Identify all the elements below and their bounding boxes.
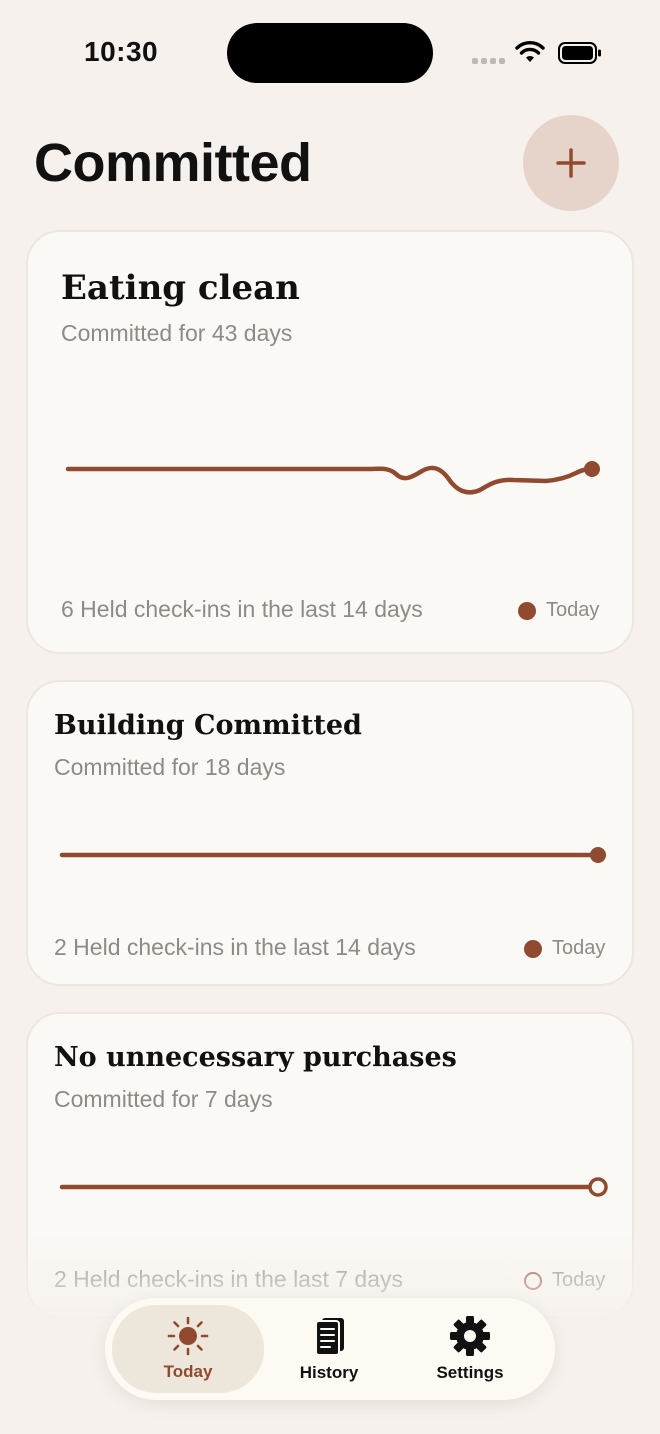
checkin-summary: 2 Held check-ins in the last 14 days [54, 934, 416, 960]
sun-icon [167, 1316, 209, 1356]
status-time: 10:30 [84, 36, 159, 67]
today-pending-dot [524, 1271, 542, 1290]
commitment-title: No unnecessary purchases [54, 1042, 457, 1073]
tab-today[interactable]: Today [112, 1305, 264, 1393]
commitment-trend-chart [59, 847, 606, 863]
battery-icon [558, 42, 601, 64]
today-legend-label: Today [552, 937, 606, 959]
commitment-card[interactable]: Building Committed Committed for 18 days… [26, 680, 634, 986]
tab-history[interactable]: History [253, 1305, 405, 1393]
page-title: Committed [34, 133, 312, 193]
add-commitment-button[interactable] [523, 115, 619, 211]
dynamic-island [227, 23, 433, 83]
journal-icon [315, 1318, 344, 1356]
commitment-card[interactable]: Eating clean Committed for 43 days 6 Hel… [26, 230, 634, 654]
tab-label: History [299, 1363, 359, 1382]
gear-icon [450, 1316, 490, 1356]
today-held-dot [518, 601, 536, 620]
today-legend-label: Today [552, 1269, 606, 1291]
commitment-title: Building Committed [54, 710, 362, 741]
commitment-trend-chart [59, 1177, 608, 1197]
checkin-summary: 2 Held check-ins in the last 7 days [54, 1266, 404, 1292]
commitment-trend-chart [65, 461, 600, 495]
today-marker [584, 461, 600, 477]
tab-bar: Today History Settings [105, 1298, 555, 1400]
tab-label: Today [163, 1362, 213, 1381]
today-legend-label: Today [546, 599, 600, 621]
checkin-summary: 6 Held check-ins in the last 14 days [61, 596, 423, 622]
today-legend: Today [524, 937, 605, 960]
today-legend: Today [518, 599, 599, 622]
commitment-title: Eating clean [61, 268, 300, 308]
status-bar: 10:30 [0, 0, 660, 110]
tab-settings[interactable]: Settings [394, 1305, 546, 1393]
today-legend: Today [524, 1269, 605, 1292]
commitment-duration: Committed for 43 days [61, 320, 293, 346]
today-marker [588, 1177, 608, 1197]
commitment-card[interactable]: No unnecessary purchases Committed for 7… [26, 1012, 634, 1318]
wifi-icon [515, 41, 545, 62]
cellular-signal-icon [472, 58, 505, 64]
plus-icon [556, 148, 586, 178]
commitment-duration: Committed for 18 days [54, 754, 286, 780]
commitment-duration: Committed for 7 days [54, 1086, 273, 1112]
today-held-dot [524, 939, 542, 958]
trend-line [65, 465, 595, 495]
tab-label: Settings [436, 1363, 504, 1382]
today-marker [590, 847, 606, 863]
today-screen: 10:30 Committed Eating clean Committed f… [0, 0, 660, 1434]
